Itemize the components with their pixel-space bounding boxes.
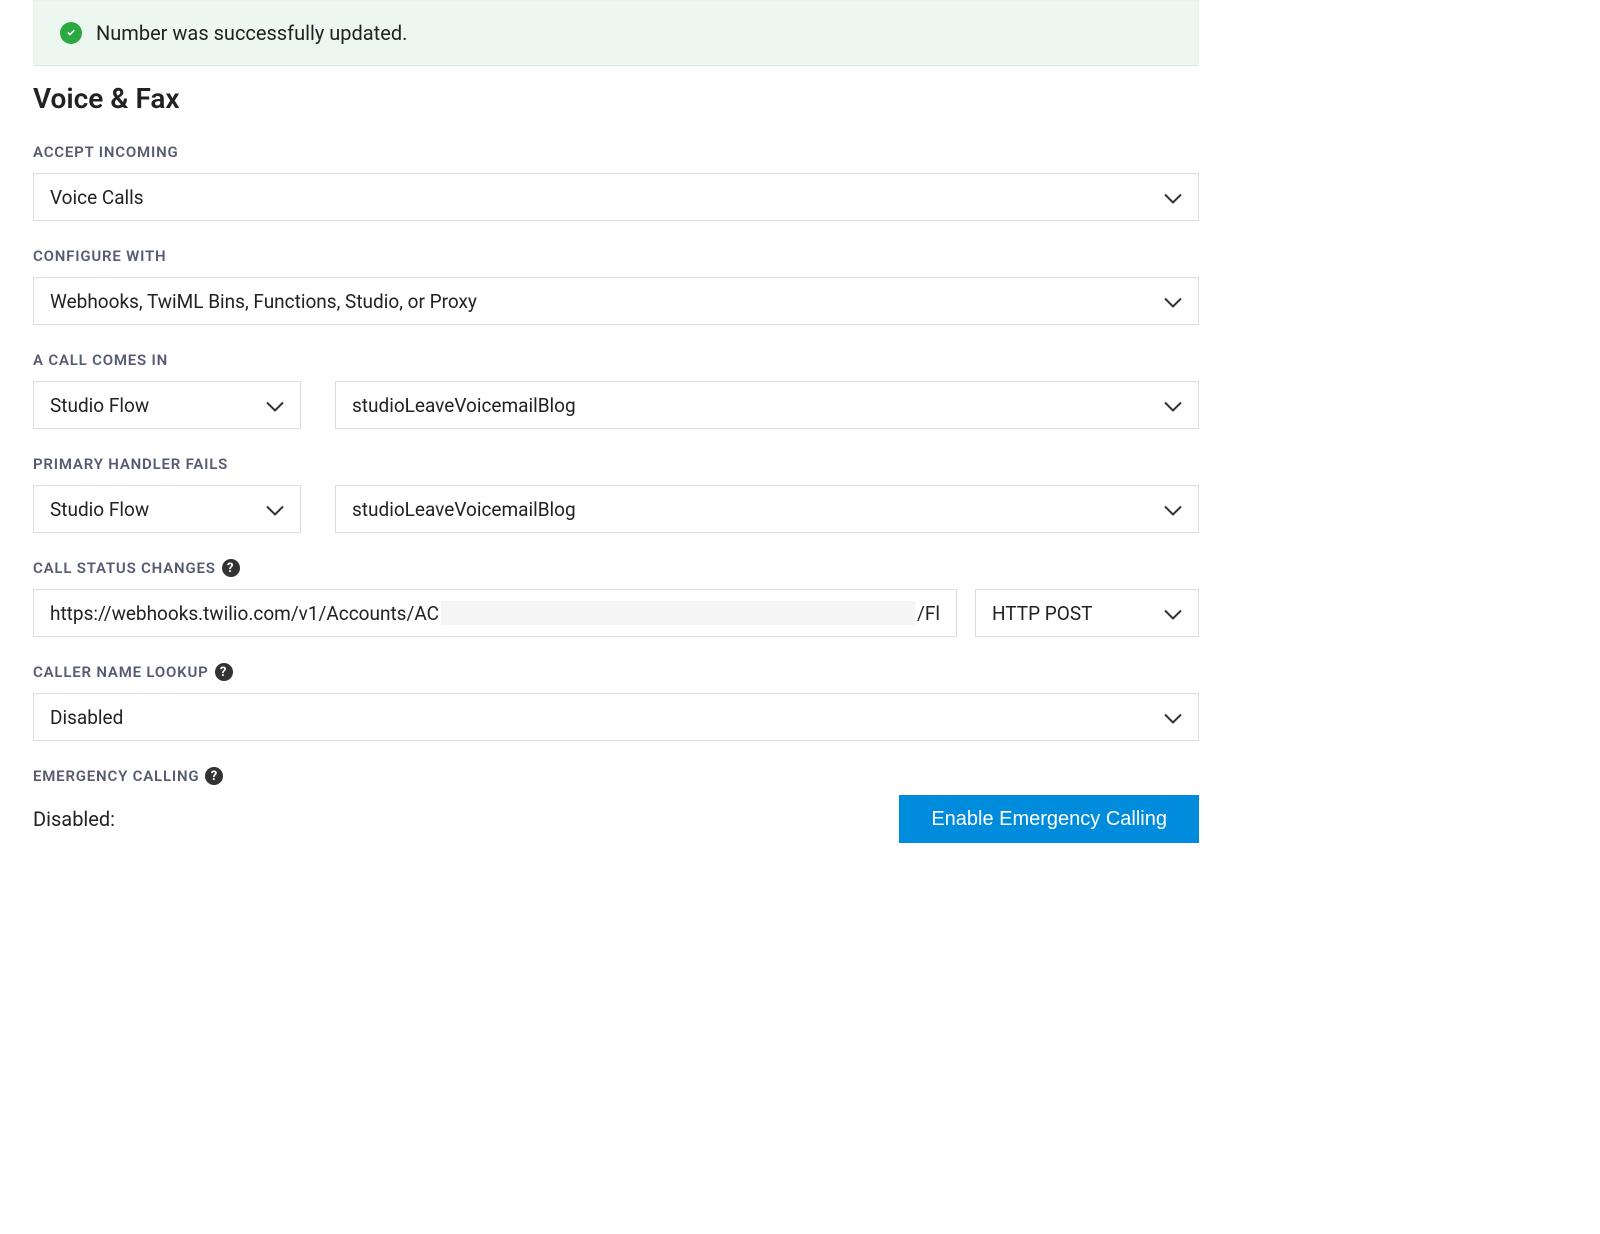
- section-heading: Voice & Fax: [33, 82, 1199, 115]
- chevron-down-icon: [1164, 394, 1182, 417]
- accept-incoming-select[interactable]: Voice Calls: [33, 173, 1199, 221]
- emergency-calling-label: Emergency Calling ?: [33, 767, 1199, 785]
- call-comes-in-flow-value: studioLeaveVoicemailBlog: [352, 394, 576, 417]
- chevron-down-icon: [1164, 602, 1182, 625]
- emergency-calling-label-text: Emergency Calling: [33, 767, 199, 785]
- help-icon[interactable]: ?: [222, 559, 240, 577]
- call-status-changes-label: Call Status Changes ?: [33, 559, 1199, 577]
- caller-name-lookup-label: Caller Name Lookup ?: [33, 663, 1199, 681]
- call-status-method-select[interactable]: HTTP POST: [975, 589, 1199, 637]
- caller-name-lookup-label-text: Caller Name Lookup: [33, 663, 209, 681]
- primary-handler-fails-label: Primary Handler Fails: [33, 455, 1199, 473]
- enable-emergency-calling-button[interactable]: Enable Emergency Calling: [899, 795, 1199, 843]
- emergency-status-text: Disabled:: [33, 807, 115, 831]
- call-status-method-value: HTTP POST: [992, 602, 1092, 625]
- accept-incoming-value: Voice Calls: [50, 186, 144, 209]
- check-circle-icon: [60, 22, 82, 44]
- call-status-url-suffix: /Fl: [917, 602, 940, 625]
- chevron-down-icon: [266, 394, 284, 417]
- caller-name-lookup-value: Disabled: [50, 706, 123, 729]
- call-comes-in-label: A Call Comes In: [33, 351, 1199, 369]
- primary-handler-value-select[interactable]: studioLeaveVoicemailBlog: [335, 485, 1199, 533]
- primary-handler-type-select[interactable]: Studio Flow: [33, 485, 301, 533]
- primary-handler-flow-value: studioLeaveVoicemailBlog: [352, 498, 576, 521]
- configure-with-label: Configure With: [33, 247, 1199, 265]
- chevron-down-icon: [1164, 290, 1182, 313]
- call-comes-in-value-select[interactable]: studioLeaveVoicemailBlog: [335, 381, 1199, 429]
- chevron-down-icon: [1164, 706, 1182, 729]
- alert-message: Number was successfully updated.: [96, 21, 407, 45]
- call-status-url-input[interactable]: https://webhooks.twilio.com/v1/Accounts/…: [33, 589, 957, 637]
- caller-name-lookup-select[interactable]: Disabled: [33, 693, 1199, 741]
- chevron-down-icon: [1164, 186, 1182, 209]
- chevron-down-icon: [1164, 498, 1182, 521]
- help-icon[interactable]: ?: [215, 663, 233, 681]
- help-icon[interactable]: ?: [205, 767, 223, 785]
- call-comes-in-type-select[interactable]: Studio Flow: [33, 381, 301, 429]
- call-status-changes-label-text: Call Status Changes: [33, 559, 216, 577]
- primary-handler-type-value: Studio Flow: [50, 498, 149, 521]
- chevron-down-icon: [266, 498, 284, 521]
- accept-incoming-label: Accept Incoming: [33, 143, 1199, 161]
- call-status-url-prefix: https://webhooks.twilio.com/v1/Accounts/…: [50, 602, 439, 625]
- redacted-segment: [441, 601, 915, 625]
- configure-with-value: Webhooks, TwiML Bins, Functions, Studio,…: [50, 290, 477, 313]
- success-alert: Number was successfully updated.: [33, 0, 1199, 66]
- call-comes-in-type-value: Studio Flow: [50, 394, 149, 417]
- configure-with-select[interactable]: Webhooks, TwiML Bins, Functions, Studio,…: [33, 277, 1199, 325]
